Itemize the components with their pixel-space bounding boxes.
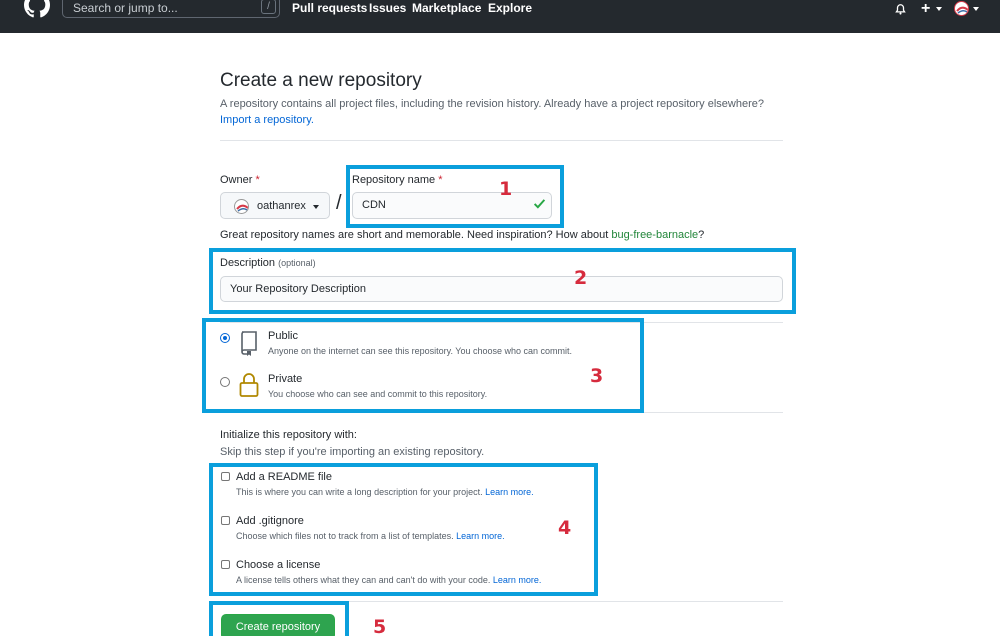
annotation-box-5	[209, 601, 349, 636]
nav-pull-requests[interactable]: Pull requests	[292, 1, 367, 15]
owner-label-text: Owner	[220, 174, 253, 186]
bell-icon[interactable]	[894, 2, 907, 16]
annotation-number-5: 5	[373, 616, 387, 636]
divider	[220, 140, 783, 141]
annotation-box-3	[202, 318, 644, 413]
owner-avatar	[234, 199, 249, 214]
name-suggestion-link[interactable]: bug-free-barnacle	[611, 229, 698, 241]
annotation-number-2: 2	[574, 267, 588, 289]
search-input[interactable]: Search or jump to... /	[62, 0, 280, 18]
annotation-number-3: 3	[590, 365, 604, 387]
annotation-box-2	[209, 248, 796, 314]
chevron-down-icon	[936, 7, 942, 11]
page-subtitle: A repository contains all project files,…	[220, 96, 780, 128]
repository-name-hint: Great repository names are short and mem…	[220, 229, 704, 241]
required-mark: *	[255, 174, 260, 186]
owner-label: Owner *	[220, 174, 260, 186]
chevron-down-icon	[973, 7, 979, 11]
subtitle-text: A repository contains all project files,…	[220, 98, 764, 110]
hint-end: ?	[698, 229, 705, 241]
initialize-heading: Initialize this repository with:	[220, 429, 357, 441]
nav-explore[interactable]: Explore	[488, 1, 532, 15]
annotation-number-1: 1	[499, 178, 513, 200]
owner-name: oathanrex	[257, 200, 306, 212]
chevron-down-icon	[313, 205, 319, 209]
top-header: Search or jump to... / Pull requests Iss…	[0, 0, 1000, 33]
initialize-subheading: Skip this step if you're importing an ex…	[220, 446, 485, 458]
import-repository-link[interactable]: Import a repository.	[220, 114, 314, 126]
search-placeholder: Search or jump to...	[73, 1, 178, 15]
annotation-number-4: 4	[558, 517, 572, 539]
user-avatar[interactable]	[954, 1, 969, 16]
create-new-plus-icon[interactable]: +	[921, 0, 930, 18]
annotation-box-1	[346, 165, 564, 228]
owner-repo-separator: /	[336, 192, 342, 214]
hint-text: Great repository names are short and mem…	[220, 229, 609, 241]
search-shortcut-key: /	[261, 0, 276, 14]
annotation-box-4	[209, 463, 598, 596]
nav-issues[interactable]: Issues	[369, 1, 406, 15]
page-title: Create a new repository	[220, 70, 422, 91]
owner-dropdown[interactable]: oathanrex	[220, 192, 330, 219]
github-logo-icon[interactable]	[24, 0, 50, 18]
nav-marketplace[interactable]: Marketplace	[412, 1, 481, 15]
